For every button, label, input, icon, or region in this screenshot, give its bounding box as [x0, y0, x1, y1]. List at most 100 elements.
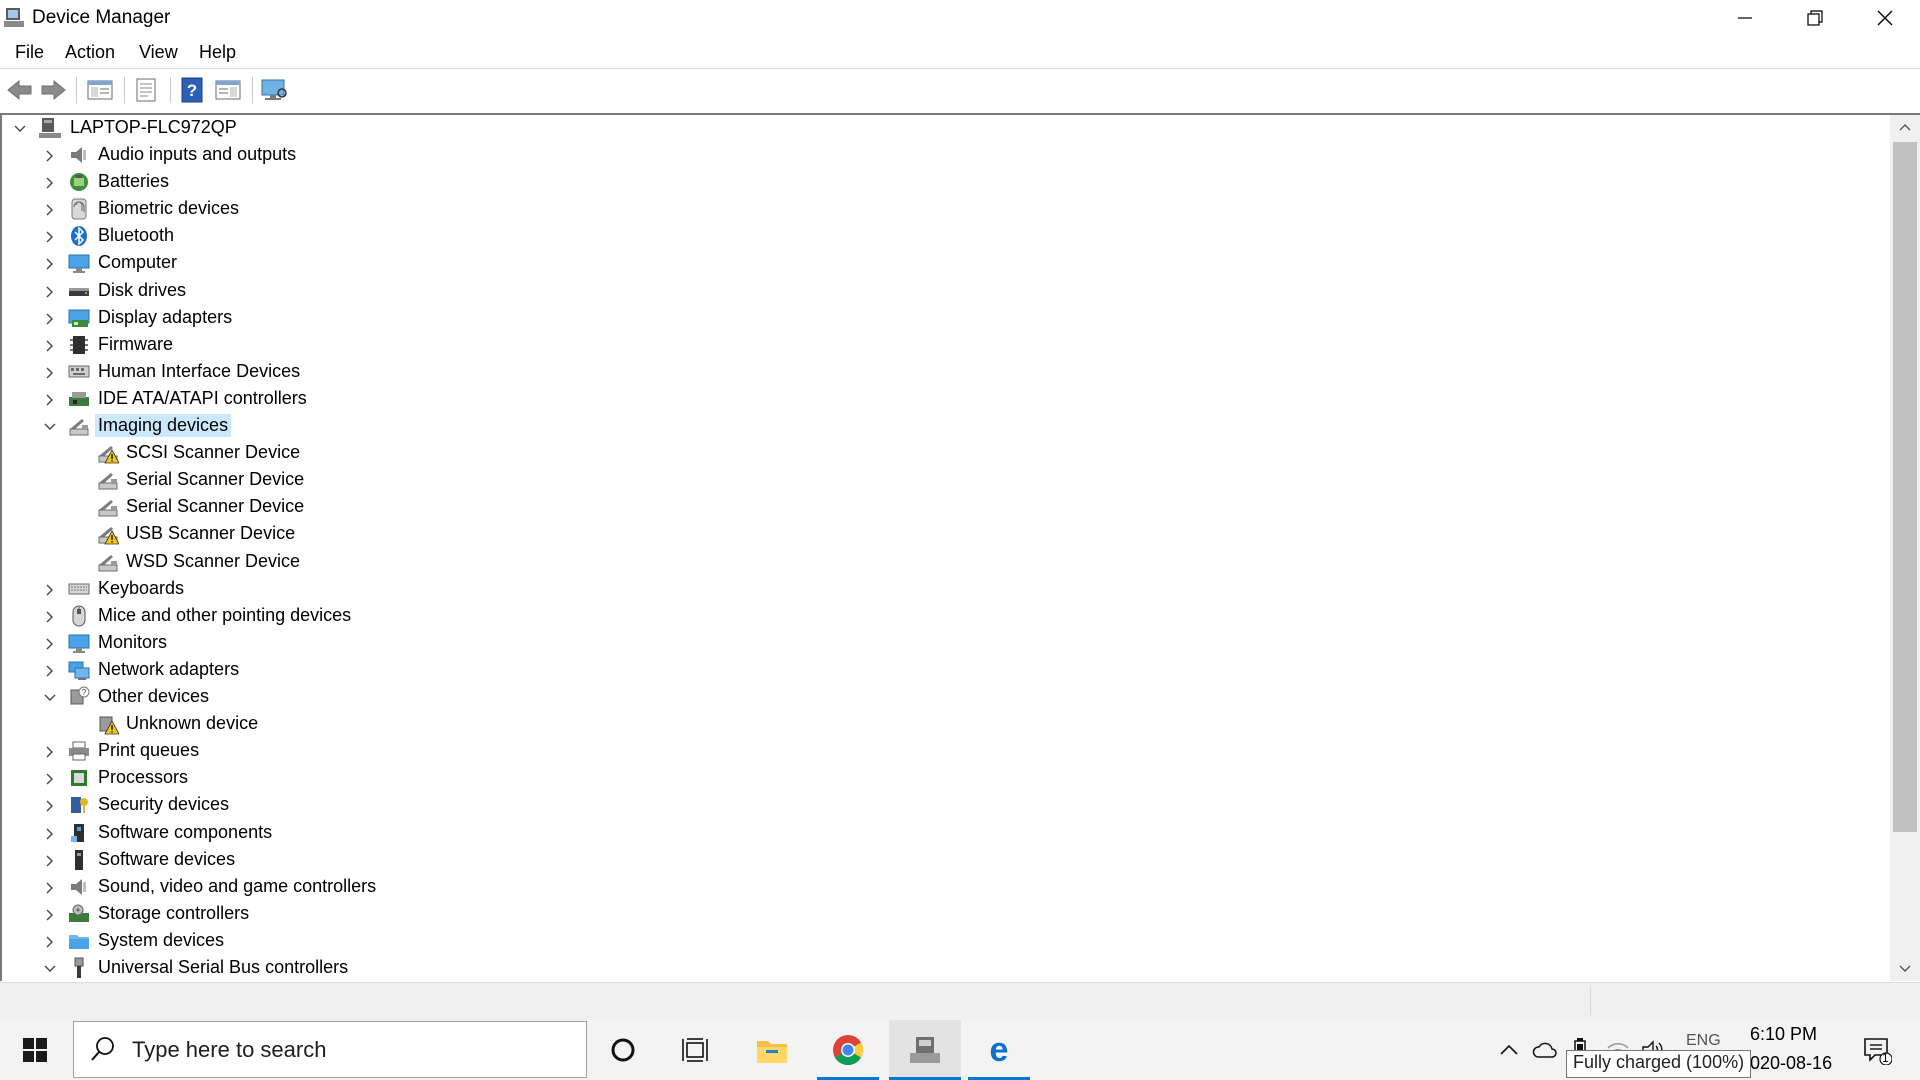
- expand-chevron-icon[interactable]: [43, 881, 57, 895]
- scroll-thumb[interactable]: [1893, 142, 1917, 832]
- show-hidden-icons-button[interactable]: [1496, 1020, 1522, 1080]
- expand-chevron-icon[interactable]: [43, 203, 57, 217]
- printer-icon: [69, 741, 89, 761]
- help-button[interactable]: ?: [177, 75, 207, 105]
- tree-category-item[interactable]: Print queues: [2, 738, 702, 765]
- tree-category-item[interactable]: Processors: [2, 765, 702, 792]
- tree-category-item[interactable]: Firmware: [2, 332, 702, 359]
- clock-date[interactable]: 2020-08-16: [1740, 1053, 1832, 1074]
- expand-chevron-icon[interactable]: [43, 799, 57, 813]
- expand-chevron-icon[interactable]: [43, 393, 57, 407]
- tree-device-item[interactable]: Unknown device: [2, 711, 702, 738]
- expand-chevron-icon[interactable]: [43, 583, 57, 597]
- tree-root[interactable]: LAPTOP-FLC972QP: [2, 115, 602, 142]
- expand-chevron-icon[interactable]: [43, 312, 57, 326]
- expand-chevron-icon[interactable]: [43, 285, 57, 299]
- tree-device-item[interactable]: Serial Scanner Device: [2, 467, 702, 494]
- back-button[interactable]: [5, 75, 35, 105]
- vertical-scrollbar[interactable]: [1890, 115, 1920, 981]
- expand-chevron-icon[interactable]: [43, 149, 57, 163]
- menu-file[interactable]: File: [15, 42, 44, 63]
- expand-chevron-icon[interactable]: [43, 339, 57, 353]
- tree-device-item[interactable]: Serial Scanner Device: [2, 494, 702, 521]
- tree-category-item[interactable]: Software devices: [2, 847, 702, 874]
- edge-button[interactable]: e: [968, 1020, 1030, 1080]
- tree-category-item[interactable]: Universal Serial Bus controllers: [2, 955, 702, 981]
- tree-category-item[interactable]: Sound, video and game controllers: [2, 874, 702, 901]
- monitor-icon: [68, 634, 90, 653]
- expand-chevron-icon[interactable]: [43, 176, 57, 190]
- tree-category-item[interactable]: Bluetooth: [2, 223, 702, 250]
- expand-chevron-icon[interactable]: [43, 908, 57, 922]
- tree-category-item[interactable]: Batteries: [2, 169, 702, 196]
- collapse-chevron-icon[interactable]: [43, 962, 57, 976]
- action-center-button[interactable]: 1: [1852, 1020, 1902, 1080]
- device-manager-taskbar-button[interactable]: [889, 1020, 961, 1080]
- task-view-button[interactable]: [665, 1020, 727, 1080]
- minimize-button[interactable]: [1710, 0, 1780, 36]
- show-hide-tree-button[interactable]: [85, 75, 115, 105]
- close-button[interactable]: [1850, 0, 1920, 36]
- tree-category-item[interactable]: Human Interface Devices: [2, 359, 702, 386]
- tree-category-item[interactable]: Biometric devices: [2, 196, 702, 223]
- processor-icon: [71, 770, 87, 787]
- collapse-chevron-icon[interactable]: [43, 420, 57, 434]
- expand-chevron-icon[interactable]: [43, 827, 57, 841]
- expand-chevron-icon[interactable]: [43, 772, 57, 786]
- tree-category-item[interactable]: Storage controllers: [2, 901, 702, 928]
- tree-category-item[interactable]: Display adapters: [2, 305, 702, 332]
- tree-item-label: Biometric devices: [98, 198, 240, 219]
- tree-category-item[interactable]: Audio inputs and outputs: [2, 142, 702, 169]
- tree-item-label: WSD Scanner Device: [126, 550, 301, 571]
- scroll-up-arrow-icon[interactable]: [1890, 115, 1920, 139]
- expand-chevron-icon[interactable]: [43, 854, 57, 868]
- collapse-chevron-icon[interactable]: [13, 122, 27, 136]
- menu-help[interactable]: Help: [199, 42, 236, 63]
- tree-category-item[interactable]: Computer: [2, 250, 702, 277]
- tree-item-label: System devices: [98, 929, 225, 950]
- tree-category-item[interactable]: Monitors: [2, 630, 702, 657]
- expand-chevron-icon[interactable]: [43, 610, 57, 624]
- forward-button[interactable]: [38, 75, 68, 105]
- tree-category-item[interactable]: IDE ATA/ATAPI controllers: [2, 386, 702, 413]
- language-indicator[interactable]: ENG: [1686, 1032, 1721, 1050]
- menu-action[interactable]: Action: [65, 42, 115, 63]
- collapse-chevron-icon[interactable]: [43, 691, 57, 705]
- tree-category-item[interactable]: Network adapters: [2, 657, 702, 684]
- tree-category-item[interactable]: Mice and other pointing devices: [2, 603, 702, 630]
- tree-category-item[interactable]: Imaging devices: [2, 413, 702, 440]
- onedrive-button[interactable]: [1530, 1020, 1560, 1080]
- expand-chevron-icon[interactable]: [43, 637, 57, 651]
- expand-chevron-icon[interactable]: [43, 230, 57, 244]
- cortana-button[interactable]: [593, 1020, 653, 1080]
- scan-hardware-button[interactable]: [259, 75, 289, 105]
- status-bar: [0, 982, 1920, 1021]
- tree-device-item[interactable]: SCSI Scanner Device: [2, 440, 702, 467]
- tree-item-label: Sound, video and game controllers: [98, 875, 377, 896]
- search-box[interactable]: Type here to search: [73, 1021, 587, 1078]
- task-view-icon: [682, 1038, 708, 1062]
- expand-chevron-icon[interactable]: [43, 366, 57, 380]
- restore-button[interactable]: [1780, 0, 1850, 36]
- properties-button[interactable]: [131, 75, 161, 105]
- expand-chevron-icon[interactable]: [43, 745, 57, 759]
- file-explorer-button[interactable]: [741, 1020, 803, 1080]
- chrome-button[interactable]: [817, 1020, 879, 1080]
- tree-device-item[interactable]: WSD Scanner Device: [2, 549, 702, 576]
- start-button[interactable]: [0, 1020, 70, 1080]
- tree-device-item[interactable]: USB Scanner Device: [2, 521, 702, 548]
- expand-chevron-icon[interactable]: [43, 664, 57, 678]
- expand-chevron-icon[interactable]: [43, 935, 57, 949]
- menu-view[interactable]: View: [139, 42, 178, 63]
- action-pane-button[interactable]: [213, 75, 243, 105]
- tree-category-item[interactable]: System devices: [2, 928, 702, 955]
- tree-category-item[interactable]: ? Other devices: [2, 684, 702, 711]
- tree-category-item[interactable]: Keyboards: [2, 576, 702, 603]
- clock-time[interactable]: 6:10 PM: [1750, 1024, 1817, 1045]
- file-explorer-icon: [757, 1041, 787, 1063]
- scroll-down-arrow-icon[interactable]: [1890, 957, 1920, 981]
- tree-category-item[interactable]: Software components: [2, 820, 702, 847]
- tree-category-item[interactable]: Security devices: [2, 792, 702, 819]
- tree-category-item[interactable]: Disk drives: [2, 278, 702, 305]
- expand-chevron-icon[interactable]: [43, 257, 57, 271]
